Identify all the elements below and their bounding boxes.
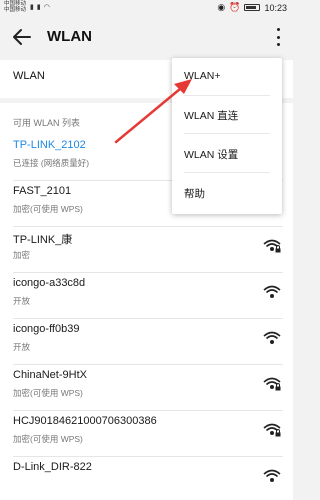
network-name: FAST_2101	[13, 185, 72, 197]
network-status: 加密(可使用 WPS)	[13, 388, 83, 398]
network-name: ChinaNet-9HtX	[13, 369, 87, 381]
status-right: ◉ ⏰ 10:23	[217, 2, 287, 13]
wifi-locked-icon	[263, 423, 281, 437]
network-name: TP-LINK_2102	[13, 139, 86, 151]
network-item[interactable]: icongo-a33c8d 开放	[0, 273, 293, 319]
back-button[interactable]	[10, 26, 34, 48]
network-item[interactable]: TP-LINK_康 加密	[0, 227, 293, 273]
menu-item-help[interactable]: 帮助	[172, 174, 282, 212]
more-dot-icon	[276, 28, 280, 31]
network-name: icongo-a33c8d	[13, 277, 86, 289]
network-status: 开放	[13, 296, 31, 306]
network-status: 开放	[13, 342, 31, 352]
signal-icon: ▮	[36, 4, 41, 11]
network-item[interactable]: HCJ90184621000706300386 加密(可使用 WPS)	[0, 411, 293, 457]
network-name: TP-LINK_康	[13, 234, 73, 246]
more-dot-icon	[276, 35, 280, 39]
title-bar: WLAN	[0, 14, 293, 60]
network-name: D-Link_DIR-822	[13, 461, 92, 473]
network-status: 加密(可使用 WPS)	[13, 204, 83, 214]
network-status: 加密(可使用 WPS)	[13, 434, 83, 444]
signal-icon: ▮	[30, 4, 34, 11]
status-icons: ▮ ▮ ◠	[30, 3, 50, 11]
network-name: HCJ90184621000706300386	[13, 415, 157, 427]
section-title: 可用 WLAN 列表	[13, 118, 81, 128]
annotation-arrow-icon	[114, 79, 192, 144]
back-arrow-icon	[13, 29, 31, 45]
more-options-button[interactable]	[275, 28, 281, 46]
network-status: 已连接 (网络质量好)	[13, 158, 90, 168]
battery-icon	[244, 4, 261, 11]
network-item[interactable]: D-Link_DIR-822	[0, 457, 293, 500]
network-name: icongo-ff0b39	[13, 323, 80, 335]
more-dot-icon	[276, 43, 280, 46]
clock: 10:23	[264, 2, 287, 13]
wlan-toggle-label: WLAN	[13, 70, 45, 82]
page-title: WLAN	[47, 28, 92, 45]
wifi-locked-icon	[263, 239, 281, 253]
alarm-icon: ⏰	[229, 2, 241, 12]
divider	[184, 172, 270, 173]
wifi-locked-icon	[263, 377, 281, 391]
wifi-icon	[263, 469, 281, 482]
network-item[interactable]: ChinaNet-9HtX 加密(可使用 WPS)	[0, 365, 293, 411]
menu-item-label: WLAN 设置	[184, 149, 239, 161]
menu-item-label: 帮助	[184, 188, 205, 200]
eye-icon: ◉	[217, 2, 226, 12]
wifi-icon	[263, 331, 281, 344]
network-item[interactable]: icongo-ff0b39 开放	[0, 319, 293, 365]
carrier-label-2: 中国移动	[4, 7, 27, 13]
status-bar: 中国移动 中国移动 ▮ ▮ ◠ ◉ ⏰ 10:23	[0, 0, 293, 14]
wifi-icon	[263, 285, 281, 298]
network-status: 加密	[13, 250, 31, 260]
wifi-status-icon: ◠	[43, 4, 50, 11]
